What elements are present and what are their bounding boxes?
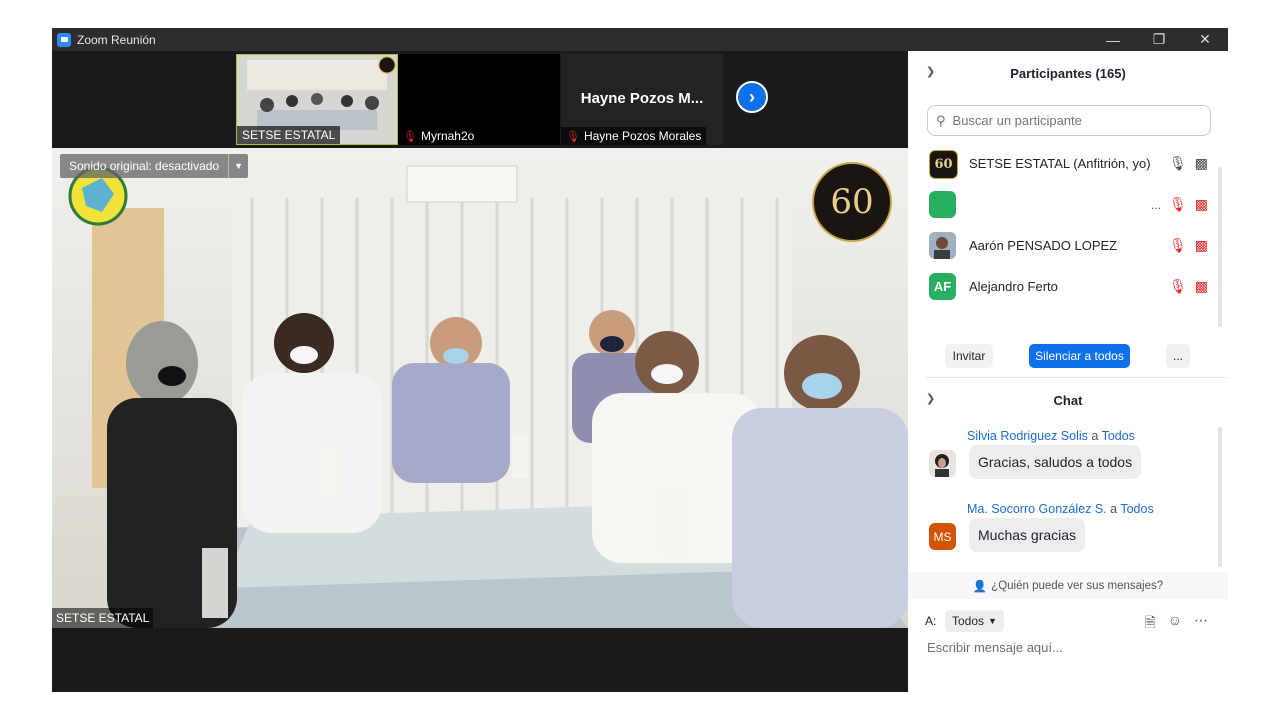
who-can-see-label: ¿Quién puede ver sus mensajes? — [991, 579, 1164, 592]
thumbnail-name: 🎙 Myrnah2o — [398, 127, 480, 145]
chat-scrollbar[interactable] — [1218, 427, 1222, 567]
avatar: 60 — [929, 150, 958, 179]
participant-row[interactable]: 60 SETSE ESTATAL (Anfitrión, yo) 🎙 ▩ — [908, 143, 1218, 184]
anniversary-seal-image: 60 — [812, 162, 892, 242]
video-thumbnail[interactable]: Hayne Pozos M... 🎙 Hayne Pozos Morales — [561, 54, 723, 145]
mic-muted-icon: 🎙 — [403, 130, 417, 143]
chevron-down-icon[interactable]: ▼ — [228, 154, 248, 178]
message-input[interactable] — [925, 639, 1219, 656]
message-sender: Silvia Rodriguez Solis a Todos — [967, 429, 1135, 443]
thumbnail-name: 🎙 Hayne Pozos Morales — [561, 127, 707, 145]
zoom-window: Zoom Reunión — ❐ ✕ SETSE ESTATAL 🎙 Myrna… — [52, 28, 1228, 692]
thumbnail-strip: SETSE ESTATAL 🎙 Myrnah2o Hayne Pozos M..… — [52, 51, 908, 147]
avatar-photo — [929, 232, 956, 259]
mic-muted-icon[interactable]: 🎙 — [1169, 278, 1187, 295]
more-icon[interactable]: ⋯ — [1194, 612, 1208, 636]
message-sender: Ma. Socorro González S. a Todos — [967, 502, 1154, 516]
search-input[interactable] — [950, 112, 1195, 129]
title-bar: Zoom Reunión — ❐ ✕ — [52, 28, 1228, 51]
participant-search[interactable]: ⚲ — [927, 105, 1211, 136]
more-options-button[interactable]: ... — [1166, 344, 1190, 368]
zoom-logo-icon — [57, 32, 71, 47]
chat-header: ❯ Chat — [908, 378, 1228, 422]
sender-name[interactable]: Ma. Socorro González S. — [967, 502, 1107, 516]
video-camera-icon[interactable]: ▩ — [1195, 155, 1208, 172]
file-icon[interactable]: 🗎 — [1144, 612, 1155, 636]
video-thumbnail[interactable]: 🎙 Myrnah2o — [398, 54, 560, 145]
thumbnail-name: SETSE ESTATAL — [237, 126, 341, 144]
more-options-icon[interactable]: ... — [1151, 198, 1161, 212]
mic-muted-icon[interactable]: 🎙 — [1169, 196, 1187, 213]
chevron-right-icon: › — [749, 86, 755, 107]
original-sound-label: Sonido original: desactivado — [69, 159, 220, 173]
video-off-icon[interactable]: ▩ — [1195, 237, 1208, 254]
person-icon: 👤 — [972, 580, 988, 593]
search-icon: ⚲ — [936, 112, 946, 128]
avatar — [929, 450, 956, 477]
participants-title: Participantes (165) — [1010, 65, 1126, 81]
chat-tools: 🗎 ☺ ⋯ — [1144, 612, 1208, 636]
avatar — [929, 191, 956, 218]
to-label: A: — [925, 614, 937, 628]
participant-actions: Invitar Silenciar a todos ... — [908, 344, 1228, 370]
side-panel: ❯ Participantes (165) ⚲ 60 SETSE ESTATAL… — [908, 51, 1228, 692]
participant-controls: 🎙 ▩ — [1169, 237, 1208, 254]
mic-muted-icon[interactable]: 🎙 — [1169, 237, 1187, 254]
chevron-down-icon[interactable]: ❯ — [926, 65, 935, 78]
recipient-name[interactable]: Todos — [1120, 502, 1153, 516]
participant-name: SETSE ESTATAL (Anfitrión, yo) — [969, 156, 1151, 171]
chevron-down-icon[interactable]: ❯ — [926, 392, 935, 405]
video-area: SETSE ESTATAL 🎙 Myrnah2o Hayne Pozos M..… — [52, 51, 908, 692]
participant-controls: 🎙 ▩ — [1169, 155, 1208, 172]
close-icon[interactable]: ✕ — [1182, 28, 1228, 51]
to-word: a — [1091, 429, 1099, 443]
avatar — [929, 232, 956, 259]
speaker-name: SETSE ESTATAL — [52, 608, 154, 628]
message-bubble: Muchas gracias — [969, 518, 1086, 552]
recipient-row: A: Todos ▼ 🗎 ☺ ⋯ — [908, 608, 1228, 634]
recipient-select[interactable]: Todos ▼ — [945, 610, 1004, 632]
window-title: Zoom Reunión — [77, 32, 156, 47]
who-can-see-link[interactable]: 👤 ¿Quién puede ver sus mensajes? — [908, 572, 1228, 599]
main-video: 60 Sonido original: desactivado ▼ SETSE … — [52, 148, 908, 628]
participant-row[interactable]: AF Alejandro Ferto 🎙 ▩ — [908, 266, 1218, 307]
emoji-icon[interactable]: ☺ — [1168, 612, 1182, 636]
mic-icon[interactable]: 🎙 — [1169, 155, 1187, 172]
next-page-button[interactable]: › — [736, 81, 768, 113]
video-off-icon[interactable]: ▩ — [1195, 278, 1208, 295]
mute-all-button[interactable]: Silenciar a todos — [1029, 344, 1130, 368]
sender-name[interactable]: Silvia Rodriguez Solis — [967, 429, 1088, 443]
participant-list: 60 SETSE ESTATAL (Anfitrión, yo) 🎙 ▩ ...… — [908, 143, 1218, 303]
participant-row[interactable]: ... 🎙 ▩ — [908, 184, 1218, 225]
message-bubble: Gracias, saludos a todos — [969, 445, 1142, 479]
video-off-icon[interactable]: ▩ — [1195, 196, 1208, 213]
chevron-down-icon: ▼ — [988, 616, 997, 626]
restore-icon[interactable]: ❐ — [1136, 28, 1182, 51]
to-word: a — [1110, 502, 1118, 516]
thumbnail-display-name: Hayne Pozos M... — [580, 90, 704, 107]
avatar: AF — [929, 273, 956, 300]
meeting-room-video-image — [52, 148, 908, 628]
participant-name: Aarón PENSADO LOPEZ — [969, 238, 1118, 253]
participant-row[interactable]: Aarón PENSADO LOPEZ 🎙 ▩ — [908, 225, 1218, 266]
avatar: MS — [929, 523, 956, 550]
mic-muted-icon: 🎙 — [566, 130, 580, 143]
invite-button[interactable]: Invitar — [945, 344, 993, 368]
recipient-name[interactable]: Todos — [1102, 429, 1135, 443]
avatar-photo — [929, 450, 956, 477]
participants-header: ❯ Participantes (165) — [908, 51, 1228, 95]
video-thumbnail[interactable]: SETSE ESTATAL — [236, 54, 398, 145]
minimize-icon[interactable]: — — [1090, 28, 1136, 51]
chat-title: Chat — [1053, 392, 1083, 408]
participant-controls: 🎙 ▩ — [1169, 278, 1208, 295]
participants-scrollbar[interactable] — [1218, 167, 1222, 327]
original-sound-button[interactable]: Sonido original: desactivado ▼ — [60, 154, 249, 178]
recipient-value: Todos — [952, 614, 985, 628]
participant-controls: ... 🎙 ▩ — [1151, 196, 1208, 213]
participant-name: Alejandro Ferto — [969, 279, 1058, 294]
